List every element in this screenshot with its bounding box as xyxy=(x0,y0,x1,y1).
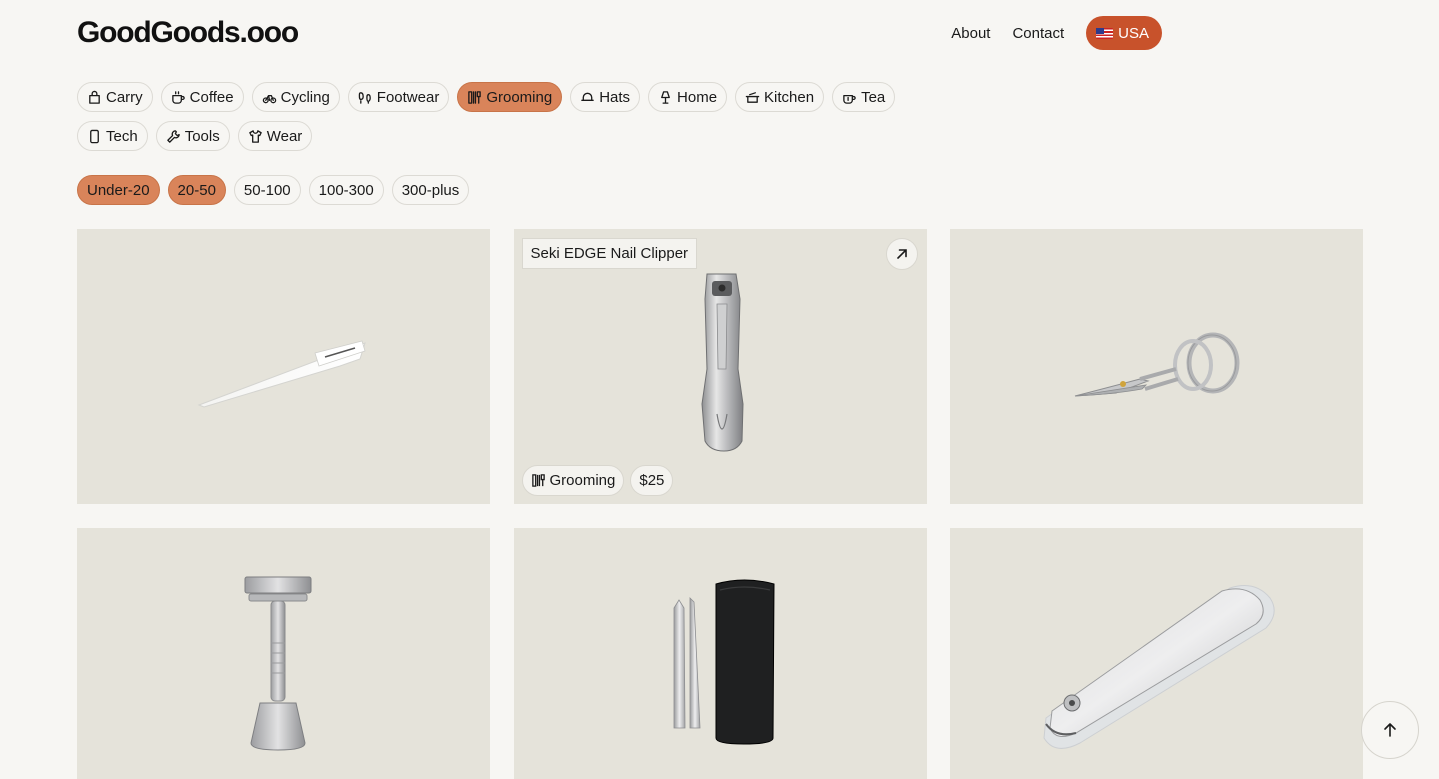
price-chip-50-100[interactable]: 50-100 xyxy=(233,175,301,205)
category-chip-label: Grooming xyxy=(486,88,553,106)
product-title: Seki EDGE Nail Clipper xyxy=(521,238,698,269)
category-chip-home[interactable]: Home xyxy=(648,82,728,112)
category-chip-label: Tea xyxy=(861,88,886,106)
site-header: GoodGoods.ooo About Contact USA xyxy=(77,14,1162,54)
category-chip-label: Tech xyxy=(106,127,138,145)
category-chip-label: Footwear xyxy=(376,88,440,106)
tea-cup-icon xyxy=(843,94,856,104)
category-chip-wear[interactable]: Wear xyxy=(237,121,313,151)
us-flag-icon xyxy=(1096,27,1114,39)
category-chip-label: Kitchen xyxy=(764,88,815,106)
category-chip-label: Home xyxy=(677,88,718,106)
category-chip-cycling[interactable]: Cycling xyxy=(251,82,340,112)
wrench-icon xyxy=(166,129,180,143)
grooming-tools-icon xyxy=(531,474,545,487)
lamp-icon xyxy=(661,90,670,104)
open-product-link[interactable] xyxy=(885,238,918,270)
category-chip-coffee[interactable]: Coffee xyxy=(160,82,244,112)
category-chip-label: Hats xyxy=(599,88,631,106)
category-chip-tea[interactable]: Tea xyxy=(832,82,896,112)
safety-razor-image xyxy=(244,576,312,751)
nail-clipper-image xyxy=(700,273,744,452)
product-tags: Grooming $25 xyxy=(521,465,674,496)
product-card[interactable] xyxy=(77,229,490,504)
arrow-up-right-icon xyxy=(896,249,907,259)
product-price-tag: $25 xyxy=(630,465,674,496)
main-nav: About Contact USA xyxy=(951,16,1162,50)
footprints-icon xyxy=(358,91,371,104)
category-filters-row-2: Tech Tools Wear xyxy=(77,121,313,151)
country-selector-button[interactable]: USA xyxy=(1086,16,1162,50)
category-chip-hats[interactable]: Hats xyxy=(570,82,641,112)
category-chip-footwear[interactable]: Footwear xyxy=(347,82,450,112)
price-chip-20-50[interactable]: 20-50 xyxy=(167,175,226,205)
tweezers-set-image xyxy=(673,579,775,745)
category-chip-label: Carry xyxy=(106,88,143,106)
nav-contact-link[interactable]: Contact xyxy=(1012,25,1064,42)
product-card[interactable] xyxy=(77,528,490,779)
category-chip-tech[interactable]: Tech xyxy=(77,121,148,151)
bicycle-icon xyxy=(262,94,276,103)
category-filters: Carry Coffee Cycling Footwear Grooming H… xyxy=(77,82,896,112)
scroll-to-top-button[interactable] xyxy=(1361,701,1419,759)
country-label: USA xyxy=(1118,24,1149,42)
nail-scissors-image xyxy=(1074,332,1240,397)
price-chip-100-300[interactable]: 100-300 xyxy=(308,175,384,205)
product-category-tag[interactable]: Grooming xyxy=(521,465,625,496)
product-card[interactable] xyxy=(513,528,927,779)
category-chip-grooming[interactable]: Grooming xyxy=(457,82,563,112)
arrow-up-icon xyxy=(1384,723,1396,737)
product-card[interactable] xyxy=(950,528,1363,779)
price-chip-300-plus[interactable]: 300-plus xyxy=(391,175,470,205)
category-chip-label: Tools xyxy=(184,127,220,145)
site-logo[interactable]: GoodGoods.ooo xyxy=(77,16,299,50)
glass-nail-file-image xyxy=(197,340,366,408)
category-chip-tools[interactable]: Tools xyxy=(155,121,230,151)
price-filters: Under-20 20-50 50-100 100-300 300-plus xyxy=(77,175,470,205)
category-chip-label: Cycling xyxy=(280,88,330,106)
product-card[interactable]: Seki EDGE Nail Clipper Grooming $25 xyxy=(513,229,927,504)
pot-icon xyxy=(745,91,760,103)
nav-about-link[interactable]: About xyxy=(951,25,990,42)
price-chip-under-20[interactable]: Under-20 xyxy=(77,175,160,205)
bag-icon xyxy=(89,90,100,104)
nail-clipper-type003-image xyxy=(1043,585,1275,749)
category-chip-carry[interactable]: Carry xyxy=(77,82,153,112)
grooming-tools-icon xyxy=(468,90,482,104)
category-chip-label: Coffee xyxy=(189,88,234,106)
hat-icon xyxy=(581,92,594,101)
shirt-icon xyxy=(248,129,262,143)
phone-icon xyxy=(90,129,99,143)
product-card[interactable] xyxy=(950,229,1363,504)
category-chip-kitchen[interactable]: Kitchen xyxy=(735,82,825,112)
category-chip-label: Wear xyxy=(266,127,303,145)
product-category-label: Grooming xyxy=(549,472,616,489)
coffee-cup-icon xyxy=(171,90,185,104)
product-grid: Seki EDGE Nail Clipper Grooming $25 xyxy=(77,229,1363,779)
